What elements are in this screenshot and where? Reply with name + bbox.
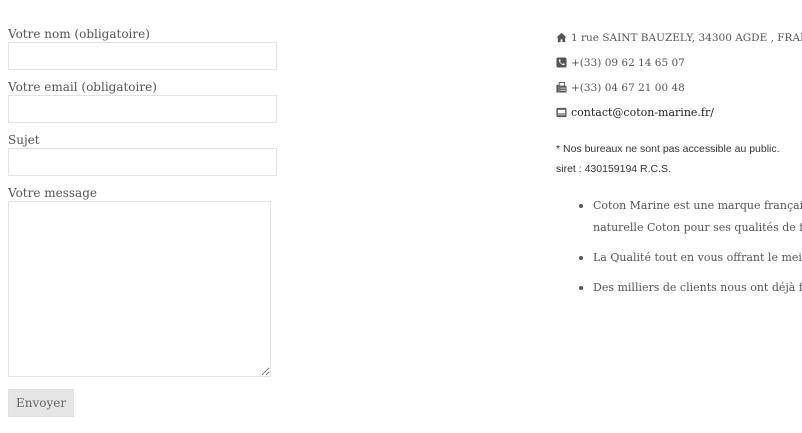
submit-button[interactable]: Envoyer	[8, 389, 75, 417]
phone-text: +(33) 09 62 14 65 07	[571, 56, 685, 69]
email-line: contact@coton-marine.fr/	[556, 100, 802, 125]
bullet-dot	[579, 256, 583, 260]
message-textarea[interactable]	[8, 201, 271, 377]
phone-line: +(33) 09 62 14 65 07	[556, 50, 802, 75]
list-item: Coton Marine est une marque françaises n…	[556, 195, 802, 239]
office-note: * Nos bureaux ne sont pas accessible au …	[556, 139, 802, 179]
contact-info: 1 rue SAINT BAUZELY, 34300 AGDE , FRANCE…	[556, 25, 802, 307]
list-item: Des milliers de clients nous ont déjà fa	[556, 277, 802, 299]
siret-text: siret : 430159194 R.C.S.	[556, 163, 671, 175]
list-item-text: Des milliers de clients nous ont déjà fa	[593, 281, 802, 294]
list-item-text: naturelle Coton pour ses qualités de fra	[593, 221, 802, 234]
fax-text: +(33) 04 67 21 00 48	[571, 81, 685, 94]
list-item-text: Coton Marine est une marque françaises	[593, 199, 802, 212]
address-line: 1 rue SAINT BAUZELY, 34300 AGDE , FRANCE	[556, 25, 802, 50]
fax-icon	[556, 81, 568, 94]
bullet-dot	[579, 204, 583, 208]
office-note-text: * Nos bureaux ne sont pas accessible au …	[556, 143, 780, 155]
message-label: Votre message	[8, 186, 97, 200]
subject-input[interactable]	[8, 148, 277, 176]
home-icon	[556, 32, 568, 44]
email-label: Votre email (obligatoire)	[8, 80, 157, 94]
contact-form: Votre nom (obligatoire) Votre email (obl…	[8, 26, 278, 417]
envelope-icon	[556, 107, 568, 119]
fax-line: +(33) 04 67 21 00 48	[556, 75, 802, 100]
email-link[interactable]: contact@coton-marine.fr/	[571, 106, 714, 119]
address-text: 1 rue SAINT BAUZELY, 34300 AGDE , FRANCE	[571, 31, 802, 44]
email-input[interactable]	[8, 95, 277, 123]
bullet-dot	[579, 286, 583, 290]
feature-list: Coton Marine est une marque françaises n…	[556, 195, 802, 299]
name-input[interactable]	[8, 42, 277, 70]
phone-icon	[556, 56, 568, 69]
subject-label: Sujet	[8, 133, 40, 147]
name-label: Votre nom (obligatoire)	[8, 27, 150, 41]
list-item-text: La Qualité tout en vous offrant le meill	[593, 251, 802, 264]
list-item: La Qualité tout en vous offrant le meill	[556, 247, 802, 269]
